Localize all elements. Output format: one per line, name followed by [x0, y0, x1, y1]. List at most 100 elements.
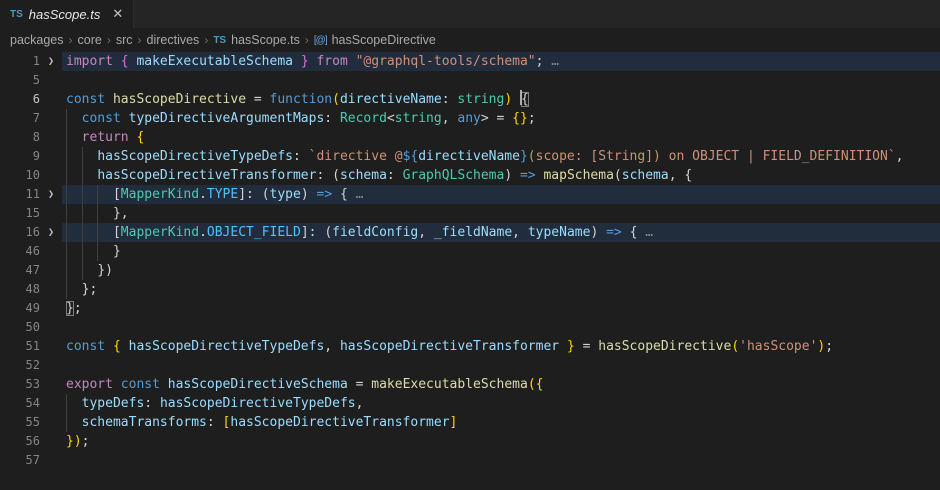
code-token: hasScopeDirective: [113, 92, 246, 107]
code-token: ;: [528, 111, 536, 126]
code-content[interactable]: hasScopeDirectiveTypeDefs: `directive @$…: [62, 147, 940, 166]
code-token: ): [301, 187, 309, 202]
code-token: hasScopeDirectiveTypeDefs: [160, 396, 356, 411]
code-content[interactable]: typeDefs: hasScopeDirectiveTypeDefs,: [62, 394, 940, 413]
code-token: <: [387, 111, 395, 126]
code-token: {: [340, 187, 348, 202]
code-line: 52: [0, 356, 940, 375]
code-token: hasScopeDirectiveTypeDefs: [97, 149, 293, 164]
code-token: type: [270, 187, 301, 202]
gutter: 56: [0, 432, 62, 451]
code-token: schemaTransforms: [82, 415, 207, 430]
code-content[interactable]: export const hasScopeDirectiveSchema = m…: [62, 375, 940, 394]
code-line: 10hasScopeDirectiveTransformer: (schema:…: [0, 166, 940, 185]
gutter: 53: [0, 375, 62, 394]
code-content[interactable]: };: [62, 299, 940, 318]
code-content[interactable]: const hasScopeDirective = function(direc…: [62, 90, 940, 109]
code-content[interactable]: import { makeExecutableSchema } from "@g…: [62, 52, 940, 71]
code-token: =>: [598, 225, 629, 240]
fold-chevron-icon: [40, 299, 62, 318]
code-content[interactable]: });: [62, 432, 940, 451]
fold-chevron-icon[interactable]: ❯: [40, 223, 62, 242]
code-token: const: [66, 339, 113, 354]
code-token: >: [481, 111, 489, 126]
code-token: mapSchema: [543, 168, 613, 183]
code-token: typeDirectiveArgumentMaps: [129, 111, 325, 126]
code-content[interactable]: return {: [62, 128, 940, 147]
code-token: MapperKind: [121, 225, 199, 240]
close-tab-icon[interactable]: ✕: [112, 6, 123, 22]
indent-guide: [82, 261, 83, 280]
breadcrumb-item-hasscope-ts[interactable]: TShasScope.ts: [213, 33, 300, 47]
breadcrumb-label: core: [78, 33, 102, 47]
code-line: 16❯[MapperKind.OBJECT_FIELD]: (fieldConf…: [0, 223, 940, 242]
line-number: 49: [0, 299, 40, 318]
code-line: 46}: [0, 242, 940, 261]
folded-code-ellipsis[interactable]: …: [543, 54, 559, 69]
gutter: 54: [0, 394, 62, 413]
indent-guide: [66, 261, 67, 280]
breadcrumb-label: src: [116, 33, 133, 47]
code-content[interactable]: const typeDirectiveArgumentMaps: Record<…: [62, 109, 940, 128]
breadcrumb-separator: ›: [107, 33, 111, 47]
code-token: =: [489, 111, 512, 126]
folded-code-ellipsis[interactable]: …: [637, 225, 653, 240]
line-number: 8: [0, 128, 40, 147]
gutter: 15: [0, 204, 62, 223]
code-token: const: [82, 111, 129, 126]
breadcrumb-separator: ›: [69, 33, 73, 47]
code-token: },: [113, 206, 129, 221]
code-content[interactable]: [MapperKind.OBJECT_FIELD]: (fieldConfig,…: [62, 223, 940, 242]
breadcrumb-item-directives[interactable]: directives: [147, 33, 200, 47]
line-number: 47: [0, 261, 40, 280]
gutter: 52: [0, 356, 62, 375]
code-line: 1❯import { makeExecutableSchema } from "…: [0, 52, 940, 71]
breadcrumb-item-hasscopedirective[interactable]: [@]hasScopeDirective: [314, 33, 436, 47]
breadcrumb-item-core[interactable]: core: [78, 33, 102, 47]
breadcrumb-item-src[interactable]: src: [116, 33, 133, 47]
gutter: 10: [0, 166, 62, 185]
code-token: =>: [309, 187, 340, 202]
code-content[interactable]: hasScopeDirectiveTransformer: (schema: G…: [62, 166, 940, 185]
code-line: 55schemaTransforms: [hasScopeDirectiveTr…: [0, 413, 940, 432]
code-content[interactable]: };: [62, 280, 940, 299]
code-token: {: [113, 339, 121, 354]
code-token: }: [520, 149, 528, 164]
line-number: 11: [0, 185, 40, 204]
code-token: :: [246, 187, 262, 202]
fold-chevron-icon[interactable]: ❯: [40, 185, 62, 204]
code-token: .: [199, 225, 207, 240]
code-token: }: [301, 54, 309, 69]
code-token: const: [66, 92, 113, 107]
indent-guide: [66, 166, 67, 185]
code-content[interactable]: }): [62, 261, 940, 280]
code-content[interactable]: }: [62, 242, 940, 261]
gutter: 1❯: [0, 52, 62, 71]
fold-chevron-icon: [40, 280, 62, 299]
code-content[interactable]: [62, 451, 940, 470]
code-content[interactable]: const { hasScopeDirectiveTypeDefs, hasSc…: [62, 337, 940, 356]
code-content[interactable]: [62, 356, 940, 375]
code-token: :: [442, 92, 458, 107]
tab-hasscope[interactable]: TS hasScope.ts ✕: [0, 0, 134, 28]
code-token: :: [316, 168, 332, 183]
code-token: ${: [403, 149, 419, 164]
code-content[interactable]: },: [62, 204, 940, 223]
code-content[interactable]: [62, 318, 940, 337]
code-token: typeDefs: [82, 396, 145, 411]
fold-chevron-icon: [40, 413, 62, 432]
breadcrumb-item-packages[interactable]: packages: [10, 33, 64, 47]
folded-code-ellipsis[interactable]: …: [348, 187, 364, 202]
indent-guide: [66, 280, 67, 299]
code-token: ,: [418, 225, 434, 240]
code-line: 11❯[MapperKind.TYPE]: (type) => { …: [0, 185, 940, 204]
code-content[interactable]: schemaTransforms: [hasScopeDirectiveTran…: [62, 413, 940, 432]
code-token: (: [262, 187, 270, 202]
code-token: ,: [356, 396, 364, 411]
code-line: 50: [0, 318, 940, 337]
code-content[interactable]: [62, 71, 940, 90]
line-number: 48: [0, 280, 40, 299]
code-content[interactable]: [MapperKind.TYPE]: (type) => { …: [62, 185, 940, 204]
code-area[interactable]: 1❯import { makeExecutableSchema } from "…: [0, 52, 940, 470]
fold-chevron-icon[interactable]: ❯: [40, 52, 62, 71]
